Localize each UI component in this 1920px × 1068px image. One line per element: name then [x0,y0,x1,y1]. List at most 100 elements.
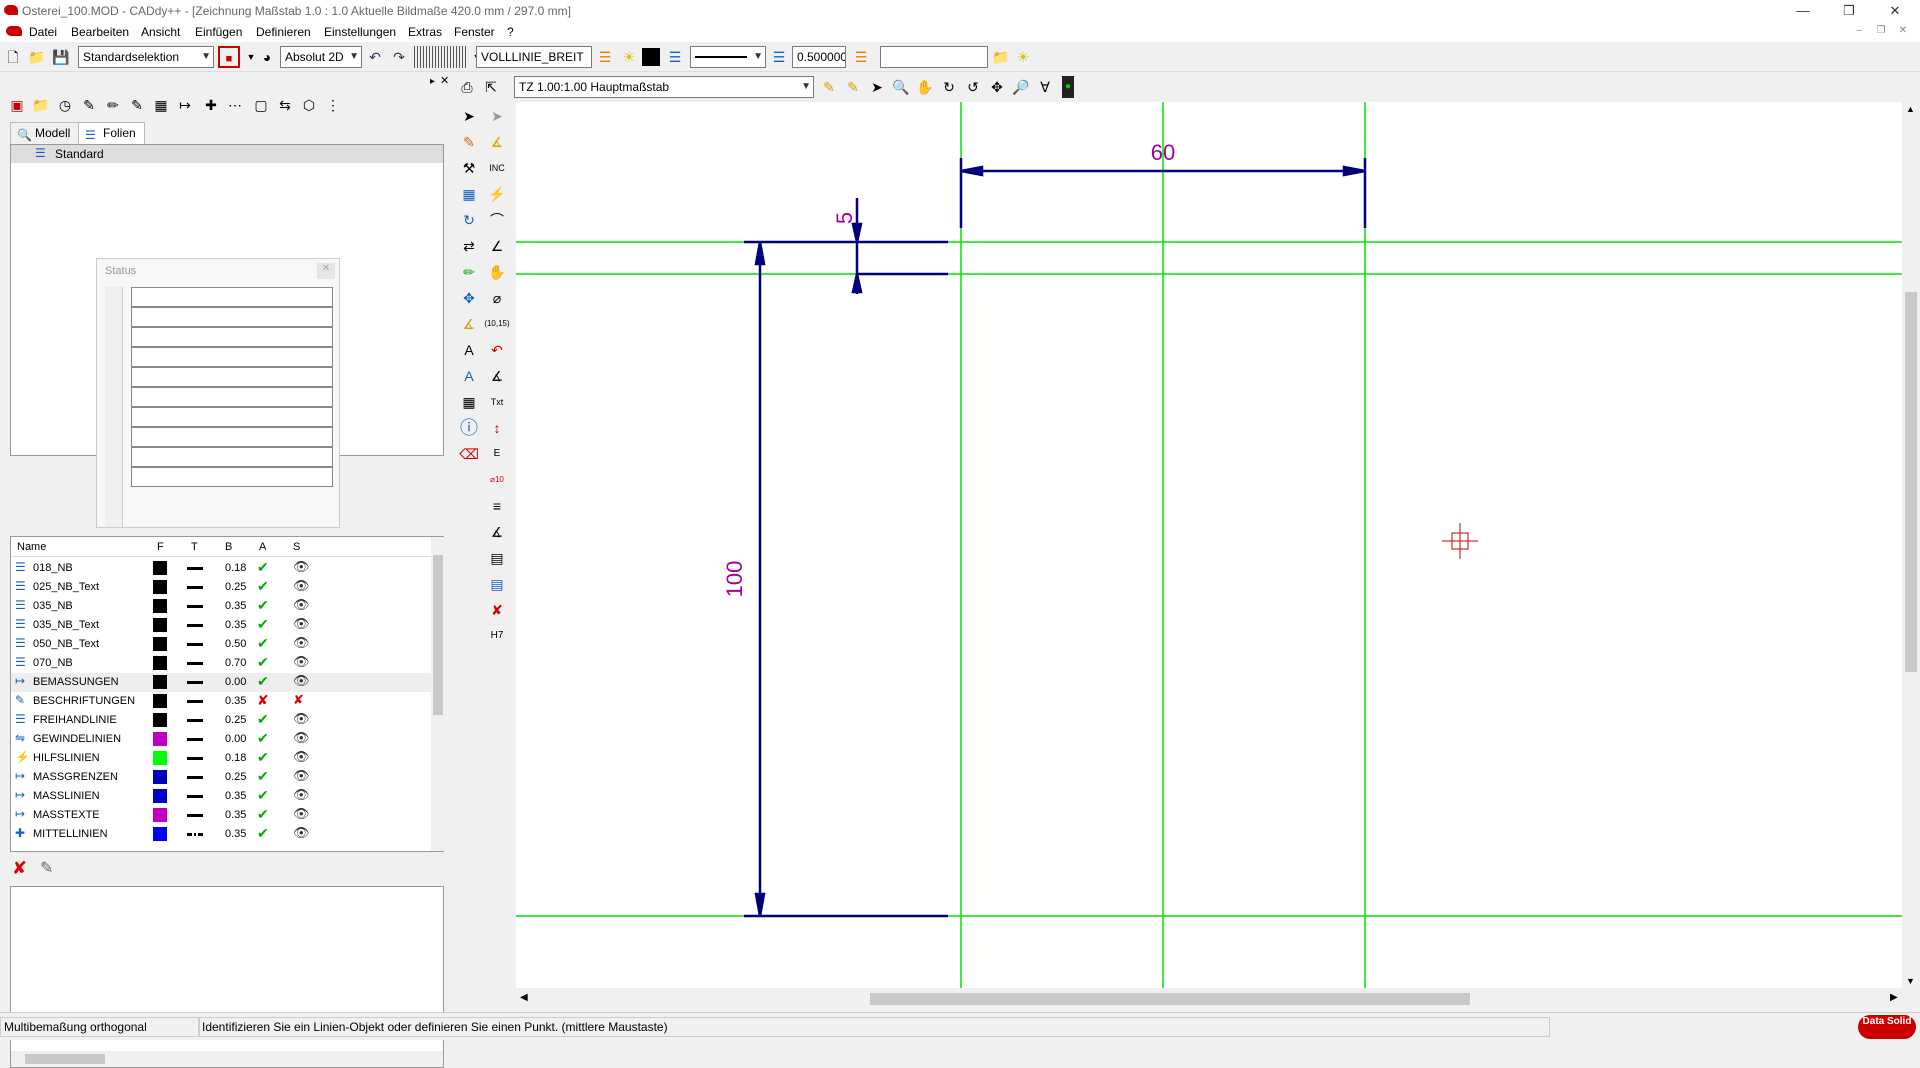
dimension-icon[interactable]: ↦ [174,94,196,116]
dotted-line-icon[interactable]: ⋯ [224,94,246,116]
color-swatch-icon[interactable] [642,48,660,66]
layer-width[interactable]: 0.50 [225,638,246,650]
layer-width[interactable]: 0.25 [225,714,246,726]
layer-width[interactable]: 0.35 [225,619,246,631]
zoom-out-icon[interactable]: ↺ [962,76,984,98]
status-window-close-icon[interactable]: ✕ [317,263,335,279]
layer-row[interactable]: ⚡ HILFSLINIEN 0.18 ✔ 👁 [11,749,431,768]
visible-eye-icon[interactable]: 👁 [293,749,310,765]
vscroll-thumb[interactable] [1905,292,1917,672]
search-field[interactable] [880,46,988,68]
layer-linetype[interactable] [187,700,203,703]
layers-icon[interactable]: ☰ [664,46,686,68]
zoom-in-icon[interactable]: ↻ [938,76,960,98]
status-field[interactable] [131,467,333,487]
layer-width[interactable]: 0.25 [225,581,246,593]
active-check-icon[interactable]: ✔ [257,654,269,671]
diameter-icon[interactable]: ⌀ [484,286,510,310]
rotate-icon[interactable]: ↻ [456,208,482,232]
redraw-icon[interactable]: ∀ [1034,76,1056,98]
dim-ten-icon[interactable]: ↕ [484,416,510,440]
active-check-icon[interactable]: ✔ [257,597,269,614]
menu-definieren[interactable]: Definieren [256,25,311,39]
scroll-left-icon[interactable]: ◀ [520,992,528,1003]
layer-stack-icon[interactable]: ☰ [594,46,616,68]
layer-color-swatch[interactable] [153,599,167,613]
chain-dim-icon[interactable]: ▤ [484,546,510,570]
layer-width[interactable]: 0.00 [225,733,246,745]
layer-color-swatch[interactable] [153,751,167,765]
layers-folder-icon[interactable]: ☰ [850,46,872,68]
folder-icon[interactable]: 📁 [990,46,1012,68]
layer-row[interactable]: ↦ MASSLINIEN 0.35 ✔ 👁 [11,787,431,806]
layer-tool-icon[interactable]: ✎ [40,858,53,878]
diameter-dim-icon[interactable]: ⌀10 [484,468,510,492]
dimension-text-left[interactable]: 100 [722,561,747,598]
layer-width[interactable]: 0.00 [225,676,246,688]
pointer-icon[interactable]: ⇱ [480,76,502,98]
print-icon[interactable]: ⎙ [456,76,478,98]
visible-eye-icon[interactable]: 👁 [293,673,310,689]
col-name[interactable]: Name [17,541,46,553]
select-arrow-gray-icon[interactable]: ➤ [484,104,510,128]
layer-color-swatch[interactable] [153,561,167,575]
pencil-icon[interactable]: ✏ [102,94,124,116]
inactive-cross-icon[interactable]: ✘ [257,692,269,709]
layer-width[interactable]: 0.35 [225,600,246,612]
layer-width[interactable]: 0.35 [225,828,246,840]
layer-color-swatch[interactable] [153,808,167,822]
status-field[interactable] [131,367,333,387]
select-arrow-icon[interactable]: ➤ [456,104,482,128]
pen-icon[interactable]: ✎ [78,94,100,116]
active-check-icon[interactable]: ✔ [257,787,269,804]
layer-linetype[interactable] [187,567,203,570]
visible-eye-icon[interactable]: 👁 [293,711,310,727]
visible-eye-icon[interactable]: 👁 [293,806,310,822]
lightbulb-icon[interactable]: ☀ [618,46,640,68]
active-check-icon[interactable]: ✔ [257,578,269,595]
active-check-icon[interactable]: ✔ [257,768,269,785]
layer-linetype[interactable] [187,624,203,627]
layer-linetype[interactable] [187,757,203,760]
line-type-field[interactable]: VOLLLINIE_BREIT [476,46,592,68]
coordinate-point-icon[interactable]: (10,15) [484,312,510,336]
menu-help[interactable]: ? [507,25,514,39]
layer-linetype[interactable] [187,833,203,836]
layer-color-swatch[interactable] [153,656,167,670]
grid-pattern-icon[interactable] [414,46,468,68]
minimize-button[interactable]: — [1780,0,1826,24]
hscroll-thumb[interactable] [870,993,1470,1005]
active-check-icon[interactable]: ✔ [257,616,269,633]
close-button[interactable]: ✕ [1872,0,1918,24]
ordinate-dim-icon[interactable]: ▤ [484,572,510,596]
status-field[interactable] [131,287,333,307]
select-frame-icon[interactable]: ■ [218,46,240,68]
dim-e-icon[interactable]: E [484,442,510,466]
layer-linetype[interactable] [187,681,203,684]
layer-linetype[interactable] [187,814,203,817]
bulb-icon[interactable]: ☀ [1012,46,1034,68]
col-type[interactable]: T [191,541,198,553]
hatch-tool-icon[interactable]: ▦ [456,390,482,414]
active-check-icon[interactable]: ✔ [257,825,269,842]
canvas-hscrollbar[interactable]: ◀ ▶ [516,988,1904,1010]
layer-row[interactable]: ☰ FREIHANDLINIE 0.25 ✔ 👁 [11,711,431,730]
zoom-all-icon[interactable]: ✥ [986,76,1008,98]
inc-icon[interactable]: INC [484,156,510,180]
menu-ansicht[interactable]: Ansicht [141,25,180,39]
layer-color-swatch[interactable] [153,827,167,841]
delete-dim-icon[interactable]: ✘ [484,598,510,622]
layer-row[interactable]: ✚ MITTELLINIEN 0.35 ✔ 👁 [11,825,431,844]
trim-icon[interactable]: ▦ [456,182,482,206]
status-field[interactable] [131,347,333,367]
traffic-light-icon[interactable]: ● [1062,76,1074,98]
delete-layer-icon[interactable]: ✘ [12,858,27,879]
layer-row[interactable]: ✎ BESCHRIFTUNGEN 0.35 ✘ ✘ [11,692,431,711]
draw-axis-icon[interactable]: ∡ [484,130,510,154]
layer-scrollbar[interactable] [431,537,445,851]
col-width[interactable]: B [225,541,232,553]
restore-button[interactable]: ❐ [1826,0,1872,24]
arc-icon[interactable]: ⌒ [484,208,510,232]
baseline-dim-icon[interactable]: ∡ [484,520,510,544]
layer-width[interactable]: 0.35 [225,695,246,707]
